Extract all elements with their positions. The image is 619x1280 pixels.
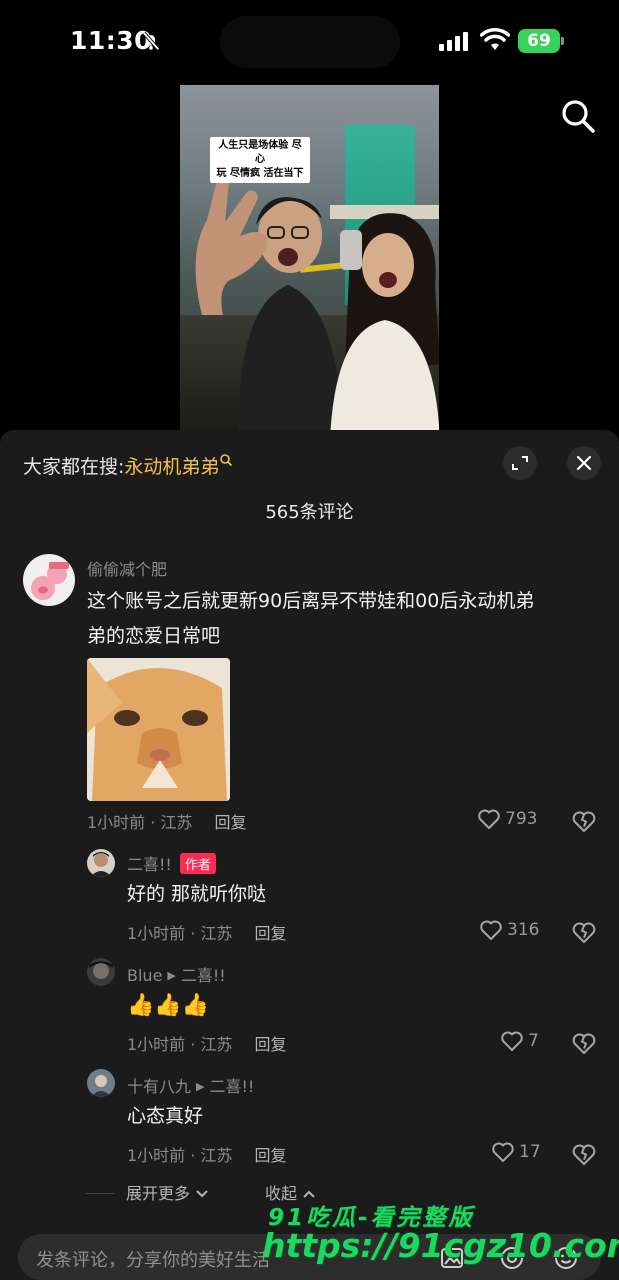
reply-text: 👍👍👍: [127, 993, 210, 1018]
comments-sheet: 大家都在搜:永动机弟弟 565条评论 偷偷减个肥 这个账号之后就更新90后离异不…: [0, 430, 619, 1280]
comment-username[interactable]: 偷偷减个肥: [87, 556, 167, 580]
avatar[interactable]: [87, 849, 115, 877]
dislike-icon[interactable]: [571, 809, 597, 833]
cellular-signal-icon: [439, 32, 468, 51]
reply-username[interactable]: 二喜!! 作者: [127, 851, 216, 875]
reply-username[interactable]: Blue ▶ 二喜!!: [127, 962, 226, 986]
dislike-icon[interactable]: [571, 1142, 597, 1166]
reply-button[interactable]: 回复: [254, 1146, 286, 1165]
avatar[interactable]: [23, 554, 75, 606]
like-count: 17: [519, 1142, 541, 1162]
like-button[interactable]: 17: [491, 1141, 541, 1163]
dislike-icon[interactable]: [571, 920, 597, 944]
reply-arrow-icon: ▶: [167, 969, 176, 982]
heart-icon: [478, 809, 500, 829]
heart-icon: [492, 1142, 514, 1162]
expand-more-button[interactable]: 展开更多: [86, 1180, 209, 1204]
status-bar: 11:30 69: [0, 0, 619, 84]
video-caption: 人生只是场体验 尽心 玩 尽情疯 活在当下: [210, 137, 310, 183]
like-count: 7: [528, 1031, 539, 1051]
reply-button[interactable]: 回复: [214, 813, 246, 832]
video-player[interactable]: 人生只是场体验 尽心 玩 尽情疯 活在当下: [180, 85, 439, 430]
watermark-line2: https://91cgz10.com: [262, 1226, 619, 1265]
avatar[interactable]: [87, 1069, 115, 1097]
bell-muted-icon: [142, 31, 160, 51]
fullscreen-button[interactable]: [503, 446, 537, 480]
avatar[interactable]: [87, 958, 115, 986]
comment-input-placeholder: 发条评论，分享你的美好生活: [36, 1250, 270, 1271]
trending-search-keyword[interactable]: 永动机弟弟: [124, 456, 219, 478]
like-count: 316: [507, 920, 540, 940]
battery-level: 69: [518, 29, 560, 53]
reply-to-username[interactable]: 二喜!!: [181, 966, 226, 985]
pig-avatar-icon: [31, 562, 69, 600]
cat-sticker: [87, 658, 230, 801]
reply-username[interactable]: 十有八九 ▶ 二喜!!: [127, 1073, 254, 1097]
reply-text: 好的 那就听你哒: [127, 883, 267, 905]
user-avatar-icon: [90, 852, 112, 877]
close-icon: [576, 455, 592, 471]
trending-search-label: 大家都在搜:: [23, 456, 125, 478]
heart-icon: [501, 1031, 523, 1051]
reply-arrow-icon: ▶: [196, 1080, 205, 1093]
video-person-woman: [330, 213, 439, 430]
like-button[interactable]: 316: [479, 919, 539, 941]
video-hand: [195, 176, 267, 315]
reply-text: 心态真好: [127, 1105, 204, 1127]
comment-sticker-image[interactable]: [87, 658, 230, 801]
comment-text: 这个账号之后就更新90后离异不带娃和00后永动机弟 弟的恋爱日常吧: [87, 590, 535, 647]
heart-icon: [480, 920, 502, 940]
trending-search[interactable]: 大家都在搜:永动机弟弟: [23, 452, 233, 479]
reply-button[interactable]: 回复: [254, 1035, 286, 1054]
author-badge: 作者: [179, 853, 216, 874]
comment-meta: 1小时前 · 江苏 回复: [87, 813, 247, 832]
dynamic-island: [220, 16, 400, 68]
dislike-icon[interactable]: [571, 1031, 597, 1055]
user-avatar-icon: [89, 961, 113, 979]
comment-count: 565条评论: [265, 502, 354, 523]
reply-meta: 1小时前 · 江苏 回复: [127, 924, 287, 943]
reply-button[interactable]: 回复: [254, 924, 286, 943]
reply-meta: 1小时前 · 江苏 回复: [127, 1146, 287, 1165]
search-icon[interactable]: [560, 98, 596, 134]
reply-to-username[interactable]: 二喜!!: [209, 1077, 254, 1096]
search-small-icon: [220, 454, 233, 467]
like-count: 793: [505, 809, 538, 829]
wifi-icon: [480, 28, 510, 50]
battery-indicator: 69: [518, 29, 564, 53]
like-button[interactable]: 7: [500, 1030, 539, 1052]
reply-meta: 1小时前 · 江苏 回复: [127, 1035, 287, 1054]
expand-icon: [512, 456, 528, 470]
user-avatar-icon: [91, 1075, 111, 1097]
close-button[interactable]: [567, 446, 601, 480]
chevron-down-icon: [196, 1190, 208, 1198]
like-button[interactable]: 793: [477, 808, 537, 830]
